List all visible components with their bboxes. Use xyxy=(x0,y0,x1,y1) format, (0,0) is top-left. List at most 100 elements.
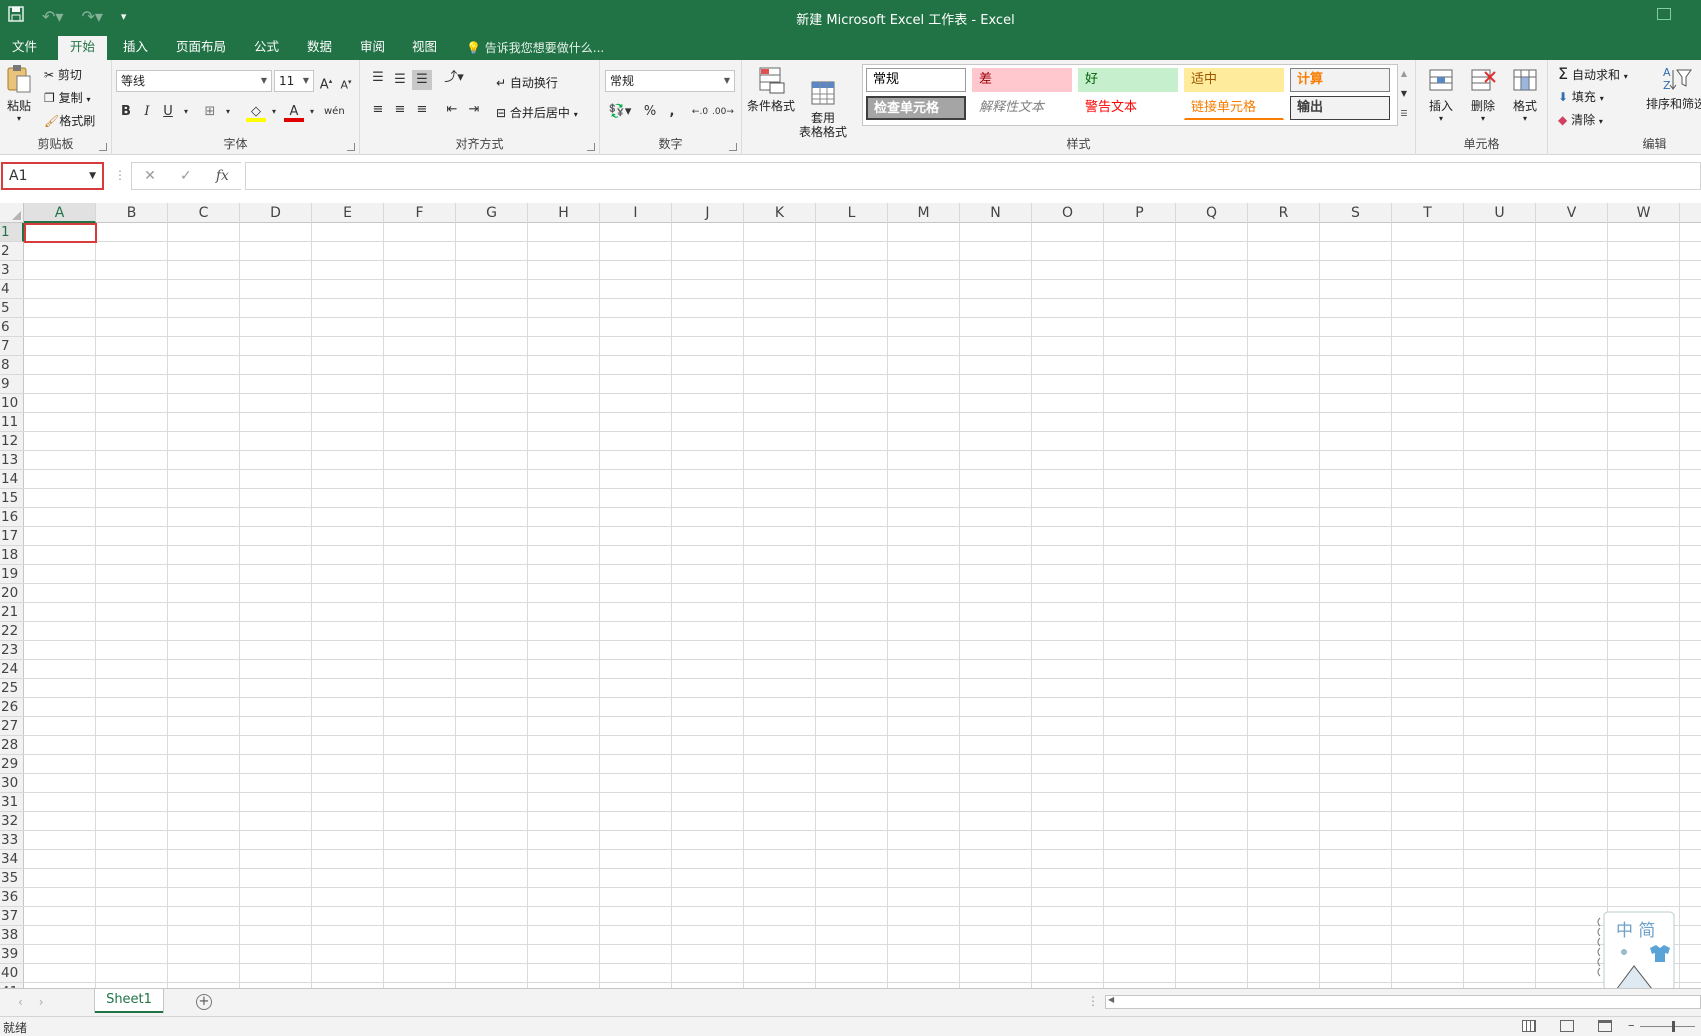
row-header[interactable]: 5 xyxy=(0,299,24,318)
cell-style-8[interactable]: 链接单元格 xyxy=(1184,96,1284,120)
zoom-slider[interactable] xyxy=(1640,1026,1695,1027)
align-middle-icon[interactable]: ☰ xyxy=(390,70,410,90)
cell-style-9[interactable]: 输出 xyxy=(1290,96,1390,120)
column-header[interactable]: O xyxy=(1032,203,1104,223)
row-header[interactable]: 33 xyxy=(0,831,24,850)
borders-dropdown-icon[interactable]: ▾ xyxy=(218,102,238,122)
row-header[interactable]: 37 xyxy=(0,907,24,926)
row-header[interactable]: 19 xyxy=(0,565,24,584)
clear-button[interactable]: ◆ 清除 ▾ xyxy=(1558,111,1603,128)
row-header[interactable]: 16 xyxy=(0,508,24,527)
italic-button[interactable]: I xyxy=(137,102,157,122)
column-header[interactable]: W xyxy=(1608,203,1680,223)
row-header[interactable]: 23 xyxy=(0,641,24,660)
decrease-indent-icon[interactable]: ⇤ xyxy=(442,100,462,120)
insert-function-icon[interactable]: fx xyxy=(216,168,229,184)
font-color-icon[interactable]: A xyxy=(284,102,304,122)
gallery-down-icon[interactable]: ▼ xyxy=(1394,84,1414,104)
cell-style-4[interactable]: 计算 xyxy=(1290,68,1390,92)
percent-icon[interactable]: % xyxy=(640,102,660,122)
row-header[interactable]: 38 xyxy=(0,926,24,945)
number-format-select[interactable]: 常规 ▼ xyxy=(605,70,735,92)
phonetic-icon[interactable]: wén xyxy=(324,102,345,122)
tab-file[interactable]: 文件 xyxy=(0,38,49,60)
cut-button[interactable]: ✂ 剪切 xyxy=(44,66,82,83)
row-header[interactable]: 34 xyxy=(0,850,24,869)
row-header[interactable]: 11 xyxy=(0,413,24,432)
row-header[interactable]: 13 xyxy=(0,451,24,470)
select-all-button[interactable] xyxy=(0,203,24,223)
active-cell[interactable] xyxy=(24,223,97,243)
alignment-launcher[interactable] xyxy=(587,143,595,151)
underline-dropdown-icon[interactable]: ▾ xyxy=(176,102,196,122)
name-box[interactable]: A1 ▼ xyxy=(1,162,104,190)
row-header[interactable]: 36 xyxy=(0,888,24,907)
align-right-icon[interactable]: ≡ xyxy=(412,100,432,120)
font-size-select[interactable]: 11 ▼ xyxy=(274,70,314,92)
align-bottom-icon[interactable]: ☰ xyxy=(412,70,432,90)
column-header[interactable]: A xyxy=(24,203,96,223)
add-sheet-icon[interactable]: + xyxy=(196,994,212,1010)
page-layout-view-icon[interactable] xyxy=(1560,1020,1574,1032)
row-header[interactable]: 28 xyxy=(0,736,24,755)
column-header[interactable]: H xyxy=(528,203,600,223)
row-header[interactable]: 9 xyxy=(0,375,24,394)
row-header[interactable]: 1 xyxy=(0,223,24,242)
format-painter-button[interactable]: 🖌格式刷 xyxy=(44,112,95,129)
formula-bar-grip[interactable]: ⋮ xyxy=(114,168,126,182)
zoom-slider-knob[interactable] xyxy=(1672,1021,1675,1032)
column-header[interactable]: K xyxy=(744,203,816,223)
increase-decimal-icon[interactable]: ←.0 xyxy=(690,102,710,122)
row-header[interactable]: 17 xyxy=(0,527,24,546)
column-header[interactable]: P xyxy=(1104,203,1176,223)
scroll-left-icon[interactable]: ◀ xyxy=(1108,995,1114,1004)
column-header[interactable]: Q xyxy=(1176,203,1248,223)
sheet-nav-arrows[interactable]: ‹› xyxy=(18,995,60,1009)
row-header[interactable]: 40 xyxy=(0,964,24,983)
paste-button[interactable]: 粘贴 ▾ xyxy=(6,64,32,123)
cell-area[interactable] xyxy=(24,223,1701,988)
cell-style-6[interactable]: 解释性文本 xyxy=(972,96,1072,120)
row-header[interactable]: 12 xyxy=(0,432,24,451)
row-header[interactable]: 14 xyxy=(0,470,24,489)
autosum-button[interactable]: Σ 自动求和 ▾ xyxy=(1558,64,1628,83)
accounting-format-icon[interactable]: 💱▾ xyxy=(606,102,634,122)
ribbon-display-options-icon[interactable] xyxy=(1657,8,1671,20)
row-header[interactable]: 27 xyxy=(0,717,24,736)
insert-cells-button[interactable]: 插入 ▾ xyxy=(1424,66,1458,123)
merge-center-button[interactable]: ⊟ 合并后居中 ▾ xyxy=(496,104,578,121)
tab-formulas[interactable]: 公式 xyxy=(242,38,291,60)
fill-color-icon[interactable]: ◇ xyxy=(246,102,266,122)
tell-me-box[interactable]: 💡 告诉我您想要做什么... xyxy=(466,39,604,56)
column-header[interactable]: S xyxy=(1320,203,1392,223)
column-header[interactable]: T xyxy=(1392,203,1464,223)
column-header[interactable]: B xyxy=(96,203,168,223)
tab-review[interactable]: 审阅 xyxy=(348,38,397,60)
cell-style-0[interactable]: 常规 xyxy=(866,68,966,92)
cell-style-2[interactable]: 好 xyxy=(1078,68,1178,92)
number-launcher[interactable] xyxy=(729,143,737,151)
increase-indent-icon[interactable]: ⇥ xyxy=(464,100,484,120)
copy-button[interactable]: ❐ 复制 ▾ xyxy=(44,89,90,106)
column-header[interactable]: D xyxy=(240,203,312,223)
row-header[interactable]: 8 xyxy=(0,356,24,375)
align-left-icon[interactable]: ≡ xyxy=(368,100,388,120)
format-cells-button[interactable]: 格式 ▾ xyxy=(1508,66,1542,123)
tab-insert[interactable]: 插入 xyxy=(111,38,160,60)
normal-view-icon[interactable] xyxy=(1522,1020,1536,1032)
comma-style-icon[interactable]: , xyxy=(662,102,682,122)
row-header[interactable]: 21 xyxy=(0,603,24,622)
font-launcher[interactable] xyxy=(347,143,355,151)
column-header[interactable]: V xyxy=(1536,203,1608,223)
row-header[interactable]: 20 xyxy=(0,584,24,603)
column-header[interactable]: J xyxy=(672,203,744,223)
wrap-text-button[interactable]: ↵ 自动换行 xyxy=(496,74,558,91)
horizontal-scrollbar[interactable]: ◀ xyxy=(1105,995,1701,1009)
tab-data[interactable]: 数据 xyxy=(295,38,344,60)
row-header[interactable]: 6 xyxy=(0,318,24,337)
page-break-view-icon[interactable] xyxy=(1598,1020,1612,1032)
tab-page-layout[interactable]: 页面布局 xyxy=(164,38,238,60)
fill-color-dropdown-icon[interactable]: ▾ xyxy=(264,102,284,122)
font-name-select[interactable]: 等线 ▼ xyxy=(116,70,272,92)
row-header[interactable]: 26 xyxy=(0,698,24,717)
